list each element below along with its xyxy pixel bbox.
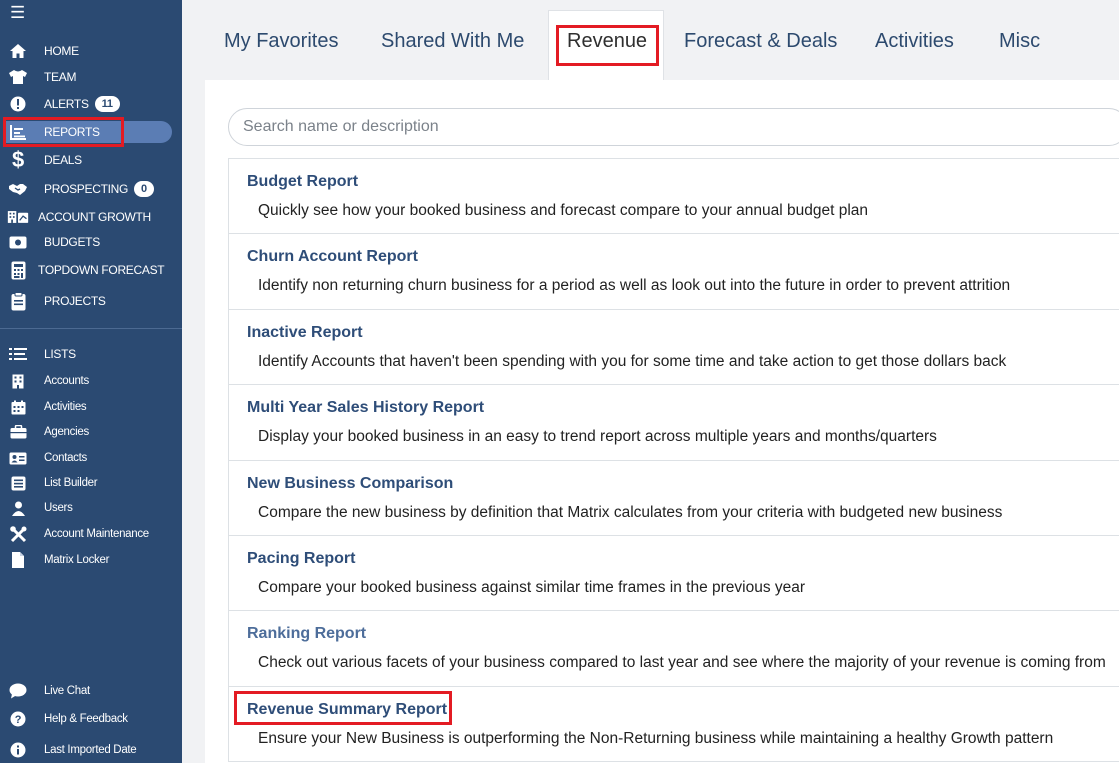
revenue-summary-highlight-box — [234, 690, 452, 725]
report-item-pacing[interactable]: Pacing Report Compare your booked busine… — [228, 535, 1119, 612]
sidebar-item-help-feedback[interactable]: ? Help & Feedback — [0, 708, 182, 730]
report-description: Identify non returning churn business fo… — [258, 277, 1011, 295]
user-icon — [7, 501, 29, 516]
report-title[interactable]: Churn Account Report — [247, 248, 418, 266]
tab-my-favorites[interactable]: My Favorites — [224, 30, 338, 53]
sidebar-item-account-maintenance[interactable]: Account Maintenance — [0, 523, 182, 545]
sidebar-item-list-builder[interactable]: List Builder — [0, 472, 182, 494]
sidebar-item-budgets[interactable]: BUDGETS — [0, 231, 182, 253]
sidebar-item-contacts[interactable]: Contacts — [0, 447, 182, 469]
svg-text:?: ? — [15, 714, 22, 726]
shirt-icon — [7, 69, 29, 85]
report-description: Compare your booked business against sim… — [258, 578, 806, 596]
sidebar-item-team[interactable]: TEAM — [0, 66, 182, 88]
tab-forecast-deals[interactable]: Forecast & Deals — [684, 30, 837, 53]
info-icon — [7, 742, 29, 758]
sidebar-item-account-growth[interactable]: ACCOUNT GROWTH — [0, 206, 182, 228]
alerts-count-badge: 11 — [94, 96, 120, 112]
sidebar-item-lists[interactable]: LISTS — [0, 343, 182, 365]
clipboard-icon — [7, 291, 29, 311]
report-title[interactable]: Ranking Report — [247, 625, 366, 643]
report-title[interactable]: New Business Comparison — [247, 475, 453, 493]
contact-card-icon — [7, 452, 29, 465]
report-item-inactive[interactable]: Inactive Report Identify Accounts that h… — [228, 309, 1119, 386]
tab-misc[interactable]: Misc — [999, 30, 1040, 53]
sidebar-item-deals[interactable]: $ DEALS — [0, 147, 182, 172]
search-input[interactable] — [228, 108, 1119, 146]
reports-panel: Budget Report Quickly see how your booke… — [205, 80, 1119, 763]
report-description: Check out various facets of your busines… — [258, 654, 1106, 672]
sidebar-item-agencies[interactable]: Agencies — [0, 421, 182, 443]
report-category-tabs: My Favorites Shared With Me Revenue Fore… — [182, 0, 1119, 82]
list-builder-icon — [7, 476, 29, 491]
sidebar-item-alerts[interactable]: ALERTS 11 — [0, 93, 182, 115]
tools-icon — [7, 525, 29, 543]
sidebar-item-last-imported-date[interactable]: Last Imported Date — [0, 739, 182, 761]
tab-shared-with-me[interactable]: Shared With Me — [381, 30, 524, 53]
money-icon — [7, 236, 29, 249]
report-description: Identify Accounts that haven't been spen… — [258, 352, 1007, 370]
report-description: Ensure your New Business is outperformin… — [258, 729, 1054, 747]
sidebar-item-topdown-forecast[interactable]: TOPDOWN FORECAST — [0, 259, 182, 281]
sidebar-item-users[interactable]: Users — [0, 497, 182, 519]
building-icon — [7, 209, 29, 225]
report-item-revenue-summary[interactable]: Revenue Summary Report Ensure your New B… — [228, 686, 1119, 763]
report-item-churn-account[interactable]: Churn Account Report Identify non return… — [228, 234, 1119, 310]
sidebar: ☰ HOME TEAM ALERTS 11 REPORTS $ DEALS PR… — [0, 0, 182, 763]
report-title[interactable]: Budget Report — [247, 173, 358, 191]
alert-icon — [7, 96, 29, 112]
sidebar-item-matrix-locker[interactable]: Matrix Locker — [0, 549, 182, 571]
report-description: Display your booked business in an easy … — [258, 428, 937, 446]
hamburger-icon[interactable]: ☰ — [10, 4, 25, 21]
building-icon — [7, 374, 29, 389]
report-title[interactable]: Pacing Report — [247, 550, 355, 568]
dollar-icon: $ — [12, 147, 24, 172]
list-icon — [7, 347, 29, 361]
sidebar-item-home[interactable]: HOME — [0, 40, 182, 62]
report-item-budget[interactable]: Budget Report Quickly see how your booke… — [228, 159, 1119, 235]
report-description: Quickly see how your booked business and… — [258, 202, 869, 219]
sidebar-item-live-chat[interactable]: Live Chat — [0, 680, 182, 702]
briefcase-icon — [7, 425, 29, 439]
report-item-new-business-comparison[interactable]: New Business Comparison Compare the new … — [228, 460, 1119, 536]
question-icon: ? — [7, 711, 29, 727]
tab-activities[interactable]: Activities — [875, 30, 954, 53]
home-icon — [7, 43, 29, 59]
sidebar-divider — [0, 328, 182, 329]
report-list: Budget Report Quickly see how your booke… — [228, 158, 1119, 763]
report-title[interactable]: Multi Year Sales History Report — [247, 399, 484, 417]
calculator-icon — [7, 261, 29, 280]
file-icon — [7, 552, 29, 568]
sidebar-item-activities[interactable]: Activities — [0, 396, 182, 418]
sidebar-item-projects[interactable]: PROJECTS — [0, 290, 182, 312]
calendar-icon — [7, 400, 29, 415]
handshake-icon — [7, 182, 29, 196]
report-description: Compare the new business by definition t… — [258, 503, 1003, 521]
sidebar-item-accounts[interactable]: Accounts — [0, 370, 182, 392]
reports-highlight-box — [3, 117, 124, 147]
revenue-tab-highlight-box — [556, 25, 659, 66]
report-title[interactable]: Inactive Report — [247, 324, 363, 342]
report-item-ranking[interactable]: Ranking Report Check out various facets … — [228, 611, 1119, 687]
prospecting-count-badge: 0 — [134, 181, 154, 197]
report-item-multi-year-sales-history[interactable]: Multi Year Sales History Report Display … — [228, 385, 1119, 461]
chat-icon — [7, 683, 29, 699]
sidebar-item-prospecting[interactable]: PROSPECTING 0 — [0, 178, 182, 200]
